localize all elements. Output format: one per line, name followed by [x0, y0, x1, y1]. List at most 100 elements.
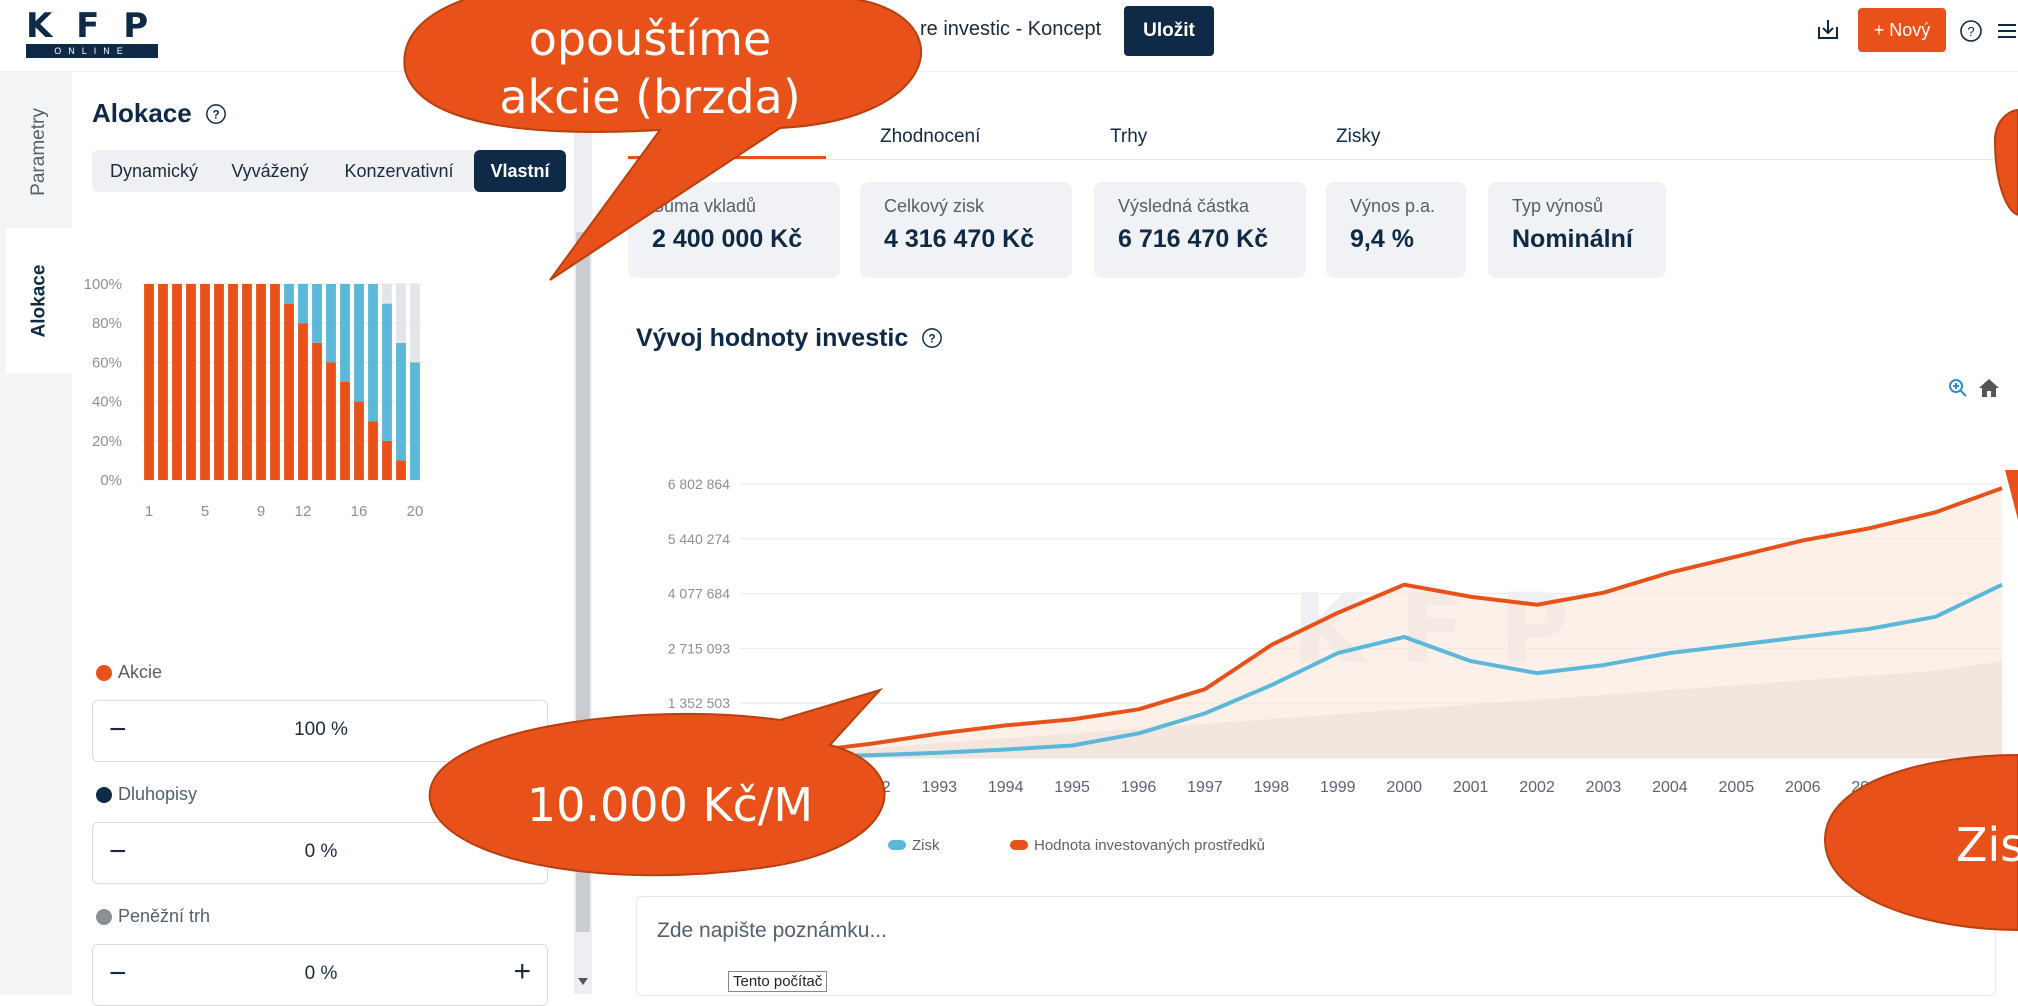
chart-section-title-text: Vývoj hodnoty investic [636, 324, 909, 352]
card-vysledna-castka: Výsledná částka 6 716 470 Kč [1094, 182, 1306, 278]
bar-akcie [340, 382, 350, 480]
segment-dynamicky[interactable]: Dynamický [92, 150, 216, 192]
y-tick-label: 40% [92, 394, 122, 411]
penezni-trh-dot [96, 909, 112, 926]
x-tick-label: 12 [295, 503, 312, 520]
penezni-trh-value[interactable]: 0 % [93, 963, 549, 985]
bar-akcie [158, 284, 168, 480]
penezni-trh-stepper: − 0 % + [92, 944, 548, 1006]
allocation-panel: Alokace ? Dynamický Vyvážený Konzervativ… [72, 72, 574, 1006]
bar-dluhopisy [382, 303, 392, 441]
tab-zisky[interactable]: Zisky [1336, 126, 1380, 148]
left-panel-scrollbar[interactable] [574, 72, 592, 994]
bar-dluhopisy [298, 284, 308, 324]
y-tick-label: 60% [92, 354, 122, 371]
menu-icon[interactable] [1996, 20, 2018, 42]
bar-akcie [214, 284, 224, 480]
bar-akcie [312, 342, 322, 480]
profile-selector: Dynamický Vyvážený Konzervativní Vlastní [92, 150, 566, 192]
legend-label: Zisk [912, 837, 940, 854]
x-tick-label: 1999 [1320, 779, 1356, 796]
side-tabs: Parametry Alokace [0, 72, 72, 994]
dluhopisy-minus-button[interactable]: − [109, 835, 127, 869]
card-label: Výnos p.a. [1350, 196, 1436, 216]
tab-alokace-label: Alokace [28, 264, 49, 338]
penezni-trh-minus-button[interactable]: − [109, 957, 127, 991]
tab-parametry-label: Parametry [28, 108, 50, 196]
card-celkovy-zisk: Celkový zisk 4 316 470 Kč [860, 182, 1072, 278]
x-tick-label: 2009 [1984, 779, 2018, 796]
y-tick-label: 5 440 274 [668, 531, 730, 547]
help-icon[interactable]: ? [1958, 18, 1984, 44]
akcie-minus-button[interactable]: − [109, 713, 127, 747]
bar-akcie [298, 323, 308, 480]
bar-akcie [284, 303, 294, 480]
bar-akcie [144, 284, 154, 480]
download-icon[interactable] [1814, 16, 1842, 44]
tab-parametry[interactable]: Parametry [6, 82, 72, 222]
x-tick-label: 1993 [921, 779, 957, 796]
x-tick-label: 2005 [1719, 779, 1755, 796]
segment-vyvazeny[interactable]: Vyvážený [216, 150, 324, 192]
tab-trhy[interactable]: Trhy [1110, 126, 1147, 148]
tab-zhodnoceni[interactable]: Zhodnocení [880, 126, 980, 148]
bar-akcie [186, 284, 196, 480]
bar-akcie [200, 284, 210, 480]
bar-akcie [368, 421, 378, 480]
bar-akcie [382, 440, 392, 480]
bar-peněžní-trh [410, 284, 420, 363]
bar-akcie [242, 284, 252, 480]
bar-akcie [396, 460, 406, 480]
tab-alokace[interactable]: Alokace [6, 228, 72, 374]
logo-letters: K F P [26, 6, 155, 46]
help-icon[interactable]: ? [205, 103, 227, 125]
asset-name-akcie: Akcie [118, 662, 163, 682]
dluhopisy-dot [96, 787, 112, 804]
allocation-title-text: Alokace [92, 98, 192, 128]
penezni-trh-plus-button[interactable]: + [513, 955, 531, 989]
bar-dluhopisy [396, 342, 406, 461]
akcie-value[interactable]: 100 % [93, 719, 549, 741]
note-field[interactable]: Zde napište poznámku... [636, 896, 1996, 996]
card-label: Suma vkladů [652, 196, 757, 216]
legend-label: Hodnota investovaných prostředků [1034, 837, 1265, 854]
bar-dluhopisy [312, 284, 322, 343]
bar-dluhopisy [284, 284, 294, 304]
card-value: 6 716 470 Kč [1118, 225, 1269, 253]
y-tick-label: 80% [92, 315, 122, 332]
segment-vlastni[interactable]: Vlastní [474, 150, 566, 192]
allocation-bar-chart: 0% 20% 40% 60% 80% 100% 1 5 9 12 16 20 [84, 276, 424, 520]
help-icon[interactable]: ? [921, 327, 943, 349]
scroll-down-icon[interactable] [578, 978, 588, 986]
y-tick-label: 6 802 864 [668, 476, 730, 492]
x-tick-label: 16 [351, 503, 368, 520]
kfp-logo[interactable]: K F P ONLINE [26, 6, 158, 58]
save-button[interactable]: Uložit [1124, 6, 1214, 56]
x-tick-label: 1998 [1254, 779, 1290, 796]
zoom-icon[interactable] [1948, 378, 1968, 403]
bar-peněžní-trh [396, 284, 406, 343]
svg-text:?: ? [929, 332, 936, 346]
segment-konzervativni[interactable]: Konzervativní [324, 150, 474, 192]
chart-section-title: Vývoj hodnoty investic ? [636, 324, 943, 353]
asset-label-dluhopisy: Dluhopisy [96, 784, 197, 805]
callout-right-text: Zisk [1956, 818, 2018, 872]
dluhopisy-value[interactable]: 0 % [93, 841, 549, 863]
svg-text:?: ? [212, 108, 219, 122]
card-value: 9,4 % [1350, 225, 1414, 253]
card-label: Typ výnosů [1512, 196, 1604, 216]
results-tabs: Zhodnocení Trhy Zisky [628, 98, 2018, 160]
asset-label-akcie: Akcie [96, 662, 162, 683]
home-icon[interactable] [1978, 378, 2000, 403]
x-tick-label: 1997 [1187, 779, 1223, 796]
y-tick-label: -10 087 [683, 750, 731, 766]
x-tick-label: 1 [145, 503, 153, 520]
svg-text:?: ? [1967, 24, 1974, 39]
bar-akcie [256, 284, 266, 480]
x-tick-label: 1995 [1054, 779, 1090, 796]
x-tick-label: 5 [201, 503, 209, 520]
y-tick-label: 4 077 684 [668, 586, 730, 602]
new-button[interactable]: + Nový [1858, 8, 1946, 52]
y-tick-label: 0% [100, 472, 122, 489]
bar-dluhopisy [326, 284, 336, 363]
